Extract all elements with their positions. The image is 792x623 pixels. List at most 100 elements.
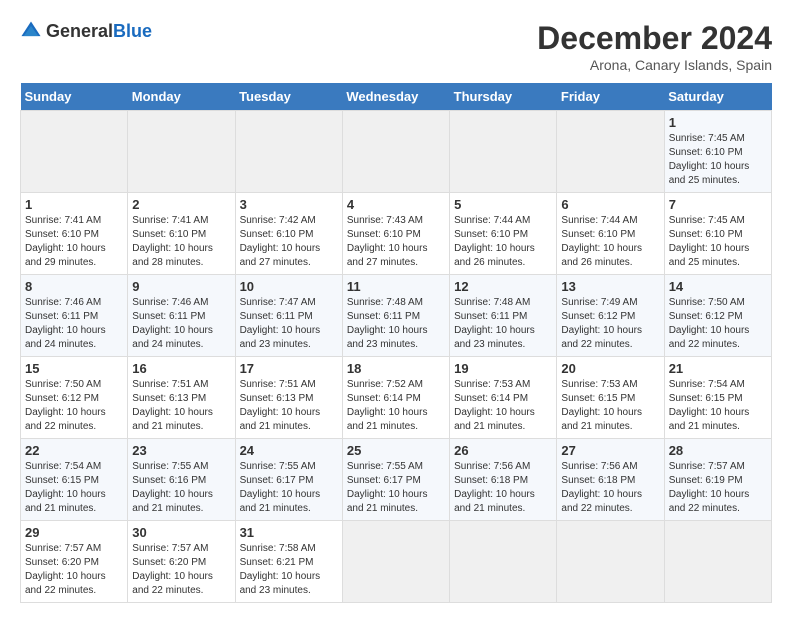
day-info: Sunrise: 7:44 AMSunset: 6:10 PMDaylight:…	[454, 215, 535, 268]
day-info: Sunrise: 7:57 AMSunset: 6:20 PMDaylight:…	[132, 543, 213, 596]
calendar-header-row: SundayMondayTuesdayWednesdayThursdayFrid…	[21, 83, 772, 111]
header-saturday: Saturday	[664, 83, 771, 111]
day-number: 17	[240, 361, 338, 376]
day-info: Sunrise: 7:54 AMSunset: 6:15 PMDaylight:…	[25, 461, 106, 514]
calendar-cell: 11Sunrise: 7:48 AMSunset: 6:11 PMDayligh…	[342, 275, 449, 357]
calendar-cell: 3 Sunrise: 7:42 AMSunset: 6:10 PMDaylight…	[235, 193, 342, 275]
calendar-cell: 8Sunrise: 7:46 AMSunset: 6:11 PMDaylight…	[21, 275, 128, 357]
day-info: Sunrise: 7:47 AMSunset: 6:11 PMDaylight:…	[240, 297, 321, 350]
day-info: Sunrise: 7:44 AMSunset: 6:10 PMDaylight:…	[561, 215, 642, 268]
calendar-cell	[128, 111, 235, 193]
day-number: 28	[669, 443, 767, 458]
day-info: Sunrise: 7:51 AMSunset: 6:13 PMDaylight:…	[240, 379, 321, 432]
calendar-cell: 21 Sunrise: 7:54 AMSunset: 6:15 PMDayligh…	[664, 357, 771, 439]
calendar-cell: 9Sunrise: 7:46 AMSunset: 6:11 PMDaylight…	[128, 275, 235, 357]
day-number: 30	[132, 525, 230, 540]
day-info: Sunrise: 7:54 AMSunset: 6:15 PMDaylight:…	[669, 379, 750, 432]
day-number: 16	[132, 361, 230, 376]
calendar-week-row: 29 Sunrise: 7:57 AMSunset: 6:20 PMDayligh…	[21, 521, 772, 603]
day-number: 7	[669, 197, 767, 212]
day-info: Sunrise: 7:45 AMSunset: 6:10 PMDaylight:…	[669, 133, 750, 186]
calendar-cell: 6 Sunrise: 7:44 AMSunset: 6:10 PMDaylight…	[557, 193, 664, 275]
day-info: Sunrise: 7:53 AMSunset: 6:14 PMDaylight:…	[454, 379, 535, 432]
calendar-cell	[450, 521, 557, 603]
calendar-cell: 7Sunrise: 7:45 AMSunset: 6:10 PMDaylight…	[664, 193, 771, 275]
logo: GeneralBlue	[20, 20, 152, 42]
calendar-cell: 5 Sunrise: 7:44 AMSunset: 6:10 PMDaylight…	[450, 193, 557, 275]
day-info: Sunrise: 7:57 AMSunset: 6:19 PMDaylight:…	[669, 461, 750, 514]
calendar-cell: 14 Sunrise: 7:50 AMSunset: 6:12 PMDayligh…	[664, 275, 771, 357]
day-info: Sunrise: 7:50 AMSunset: 6:12 PMDaylight:…	[25, 379, 106, 432]
day-number: 14	[669, 279, 767, 294]
calendar-cell	[235, 111, 342, 193]
day-info: Sunrise: 7:41 AMSunset: 6:10 PMDaylight:…	[25, 215, 106, 268]
day-info: Sunrise: 7:58 AMSunset: 6:21 PMDaylight:…	[240, 543, 321, 596]
day-info: Sunrise: 7:50 AMSunset: 6:12 PMDaylight:…	[669, 297, 750, 350]
day-number: 24	[240, 443, 338, 458]
calendar-table: SundayMondayTuesdayWednesdayThursdayFrid…	[20, 83, 772, 603]
header-tuesday: Tuesday	[235, 83, 342, 111]
day-number: 25	[347, 443, 445, 458]
day-info: Sunrise: 7:42 AMSunset: 6:10 PMDaylight:…	[240, 215, 321, 268]
day-number: 29	[25, 525, 123, 540]
day-info: Sunrise: 7:56 AMSunset: 6:18 PMDaylight:…	[454, 461, 535, 514]
day-info: Sunrise: 7:48 AMSunset: 6:11 PMDaylight:…	[454, 297, 535, 350]
calendar-cell: 1 Sunrise: 7:41 AMSunset: 6:10 PMDaylight…	[21, 193, 128, 275]
day-number: 27	[561, 443, 659, 458]
header-friday: Friday	[557, 83, 664, 111]
calendar-cell	[450, 111, 557, 193]
day-info: Sunrise: 7:52 AMSunset: 6:14 PMDaylight:…	[347, 379, 428, 432]
calendar-cell: 28 Sunrise: 7:57 AMSunset: 6:19 PMDayligh…	[664, 439, 771, 521]
day-info: Sunrise: 7:51 AMSunset: 6:13 PMDaylight:…	[132, 379, 213, 432]
day-info: Sunrise: 7:55 AMSunset: 6:16 PMDaylight:…	[132, 461, 213, 514]
page-title: December 2024	[537, 20, 772, 57]
logo-icon	[20, 20, 42, 42]
calendar-week-row: 1 Sunrise: 7:45 AMSunset: 6:10 PMDaylight…	[21, 111, 772, 193]
calendar-cell	[342, 111, 449, 193]
calendar-week-row: 8Sunrise: 7:46 AMSunset: 6:11 PMDaylight…	[21, 275, 772, 357]
page-header: GeneralBlue December 2024 Arona, Canary …	[20, 20, 772, 73]
header-monday: Monday	[128, 83, 235, 111]
calendar-cell: 10Sunrise: 7:47 AMSunset: 6:11 PMDayligh…	[235, 275, 342, 357]
day-info: Sunrise: 7:55 AMSunset: 6:17 PMDaylight:…	[240, 461, 321, 514]
day-info: Sunrise: 7:57 AMSunset: 6:20 PMDaylight:…	[25, 543, 106, 596]
day-info: Sunrise: 7:43 AMSunset: 6:10 PMDaylight:…	[347, 215, 428, 268]
calendar-cell: 15Sunrise: 7:50 AMSunset: 6:12 PMDayligh…	[21, 357, 128, 439]
calendar-cell	[21, 111, 128, 193]
title-block: December 2024 Arona, Canary Islands, Spa…	[537, 20, 772, 73]
logo-general: GeneralBlue	[46, 21, 152, 42]
calendar-cell: 31 Sunrise: 7:58 AMSunset: 6:21 PMDayligh…	[235, 521, 342, 603]
calendar-cell: 30 Sunrise: 7:57 AMSunset: 6:20 PMDayligh…	[128, 521, 235, 603]
calendar-cell	[557, 521, 664, 603]
day-info: Sunrise: 7:49 AMSunset: 6:12 PMDaylight:…	[561, 297, 642, 350]
day-number: 22	[25, 443, 123, 458]
header-thursday: Thursday	[450, 83, 557, 111]
page-subtitle: Arona, Canary Islands, Spain	[537, 57, 772, 73]
day-number: 1	[25, 197, 123, 212]
day-info: Sunrise: 7:55 AMSunset: 6:17 PMDaylight:…	[347, 461, 428, 514]
day-info: Sunrise: 7:46 AMSunset: 6:11 PMDaylight:…	[132, 297, 213, 350]
day-info: Sunrise: 7:41 AMSunset: 6:10 PMDaylight:…	[132, 215, 213, 268]
day-number: 3	[240, 197, 338, 212]
calendar-cell: 1 Sunrise: 7:45 AMSunset: 6:10 PMDaylight…	[664, 111, 771, 193]
calendar-cell: 19Sunrise: 7:53 AMSunset: 6:14 PMDayligh…	[450, 357, 557, 439]
day-number: 21	[669, 361, 767, 376]
calendar-cell: 2 Sunrise: 7:41 AMSunset: 6:10 PMDaylight…	[128, 193, 235, 275]
calendar-cell: 29 Sunrise: 7:57 AMSunset: 6:20 PMDayligh…	[21, 521, 128, 603]
day-number: 1	[669, 115, 767, 130]
calendar-cell	[664, 521, 771, 603]
day-info: Sunrise: 7:46 AMSunset: 6:11 PMDaylight:…	[25, 297, 106, 350]
calendar-week-row: 22 Sunrise: 7:54 AMSunset: 6:15 PMDayligh…	[21, 439, 772, 521]
day-number: 6	[561, 197, 659, 212]
day-number: 31	[240, 525, 338, 540]
calendar-cell: 4Sunrise: 7:43 AMSunset: 6:10 PMDaylight…	[342, 193, 449, 275]
calendar-cell	[557, 111, 664, 193]
day-number: 2	[132, 197, 230, 212]
day-number: 5	[454, 197, 552, 212]
day-number: 12	[454, 279, 552, 294]
calendar-cell: 25 Sunrise: 7:55 AMSunset: 6:17 PMDayligh…	[342, 439, 449, 521]
day-number: 11	[347, 279, 445, 294]
day-number: 20	[561, 361, 659, 376]
calendar-cell	[342, 521, 449, 603]
calendar-cell: 17 Sunrise: 7:51 AMSunset: 6:13 PMDayligh…	[235, 357, 342, 439]
